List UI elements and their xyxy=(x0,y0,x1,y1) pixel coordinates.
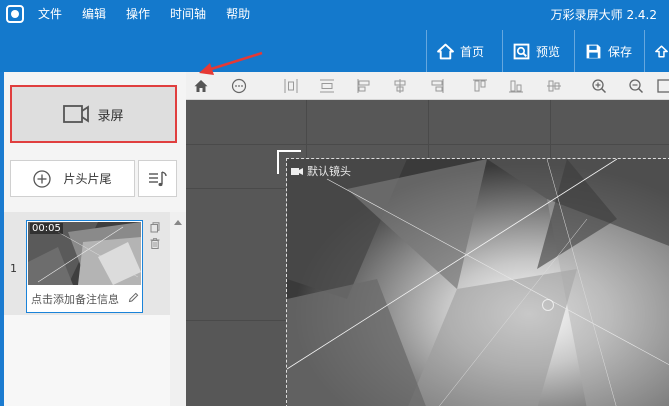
export-button[interactable] xyxy=(644,30,669,72)
menu-help[interactable]: 帮助 xyxy=(226,0,250,30)
delete-icon[interactable] xyxy=(150,238,160,249)
app-title: 万彩录屏大师 2.4.2 xyxy=(550,8,657,22)
camera-center-handle[interactable] xyxy=(542,299,554,311)
save-icon xyxy=(586,44,601,58)
save-label: 保存 xyxy=(608,44,633,59)
annotation-arrow-icon xyxy=(199,51,263,75)
home-icon[interactable] xyxy=(193,78,209,94)
grid-line xyxy=(186,144,669,145)
menu-file[interactable]: 文件 xyxy=(38,0,62,30)
clip-list: 1 00:05 点击添加备注信息 xyxy=(4,212,170,406)
clip-note-input[interactable]: 点击添加备注信息 xyxy=(31,291,127,307)
preview-icon xyxy=(513,43,530,59)
intro-outro-button[interactable]: 片头片尾 xyxy=(10,160,135,197)
home-icon xyxy=(437,43,454,59)
align-bottom-icon[interactable] xyxy=(508,78,524,94)
preview-button[interactable]: 预览 xyxy=(502,30,574,72)
zoom-out-icon[interactable] xyxy=(628,78,644,94)
clip-thumbnail: 00:05 xyxy=(28,222,141,285)
menu-bar: 文件 编辑 操作 时间轴 帮助 xyxy=(38,0,270,30)
music-list-icon xyxy=(148,170,167,186)
align-top-icon[interactable] xyxy=(472,78,488,94)
align-center-vertical-icon[interactable] xyxy=(546,78,562,94)
editing-canvas[interactable]: 默认镜头 xyxy=(186,100,669,406)
background-music-button[interactable] xyxy=(138,160,177,197)
align-distribute-vertical-icon[interactable] xyxy=(319,78,335,94)
home-button[interactable]: 首页 xyxy=(426,30,502,72)
record-camera-icon xyxy=(63,105,90,123)
app-logo-icon xyxy=(6,5,24,23)
clip-row: 1 00:05 点击添加备注信息 xyxy=(4,212,170,315)
edit-pencil-icon[interactable] xyxy=(128,292,139,303)
background-image xyxy=(287,159,669,406)
scroll-up-arrow-icon[interactable] xyxy=(174,220,182,225)
preview-label: 预览 xyxy=(536,44,561,59)
grid-line xyxy=(186,320,286,321)
home-label: 首页 xyxy=(460,44,485,59)
record-screen-button[interactable]: 录屏 xyxy=(10,85,177,143)
align-right-icon[interactable] xyxy=(429,78,445,94)
intro-outro-label: 片头片尾 xyxy=(63,172,112,186)
title-bar: 文件 编辑 操作 时间轴 帮助 万彩录屏大师 2.4.2 xyxy=(0,0,669,30)
grid-line xyxy=(186,188,286,189)
copy-icon[interactable] xyxy=(150,222,160,233)
menu-timeline[interactable]: 时间轴 xyxy=(170,0,206,30)
menu-operate[interactable]: 操作 xyxy=(126,0,150,30)
default-camera-stage[interactable] xyxy=(286,158,669,406)
fit-icon[interactable] xyxy=(656,78,669,94)
clip-duration: 00:05 xyxy=(30,223,63,234)
camera-icon xyxy=(291,167,303,175)
top-toolbar: 首页 预览 保存 xyxy=(0,30,669,72)
clip-card[interactable]: 00:05 点击添加备注信息 xyxy=(26,220,143,313)
more-icon[interactable] xyxy=(231,78,247,94)
record-label: 录屏 xyxy=(97,108,124,124)
clip-index: 1 xyxy=(10,262,17,275)
camera-label: 默认镜头 xyxy=(291,163,351,179)
camera-label-text: 默认镜头 xyxy=(307,165,351,178)
align-left-icon[interactable] xyxy=(356,78,372,94)
add-circle-icon xyxy=(33,169,52,188)
menu-edit[interactable]: 编辑 xyxy=(82,0,106,30)
save-button[interactable]: 保存 xyxy=(574,30,644,72)
clip-list-scrollbar[interactable] xyxy=(170,212,186,406)
left-panel: 录屏 片头片尾 1 00:05 点击添加备注信息 xyxy=(0,72,186,406)
zoom-in-icon[interactable] xyxy=(591,78,607,94)
align-distribute-horizontal-icon[interactable] xyxy=(283,78,299,94)
export-icon xyxy=(655,44,668,58)
align-center-horizontal-icon[interactable] xyxy=(392,78,408,94)
